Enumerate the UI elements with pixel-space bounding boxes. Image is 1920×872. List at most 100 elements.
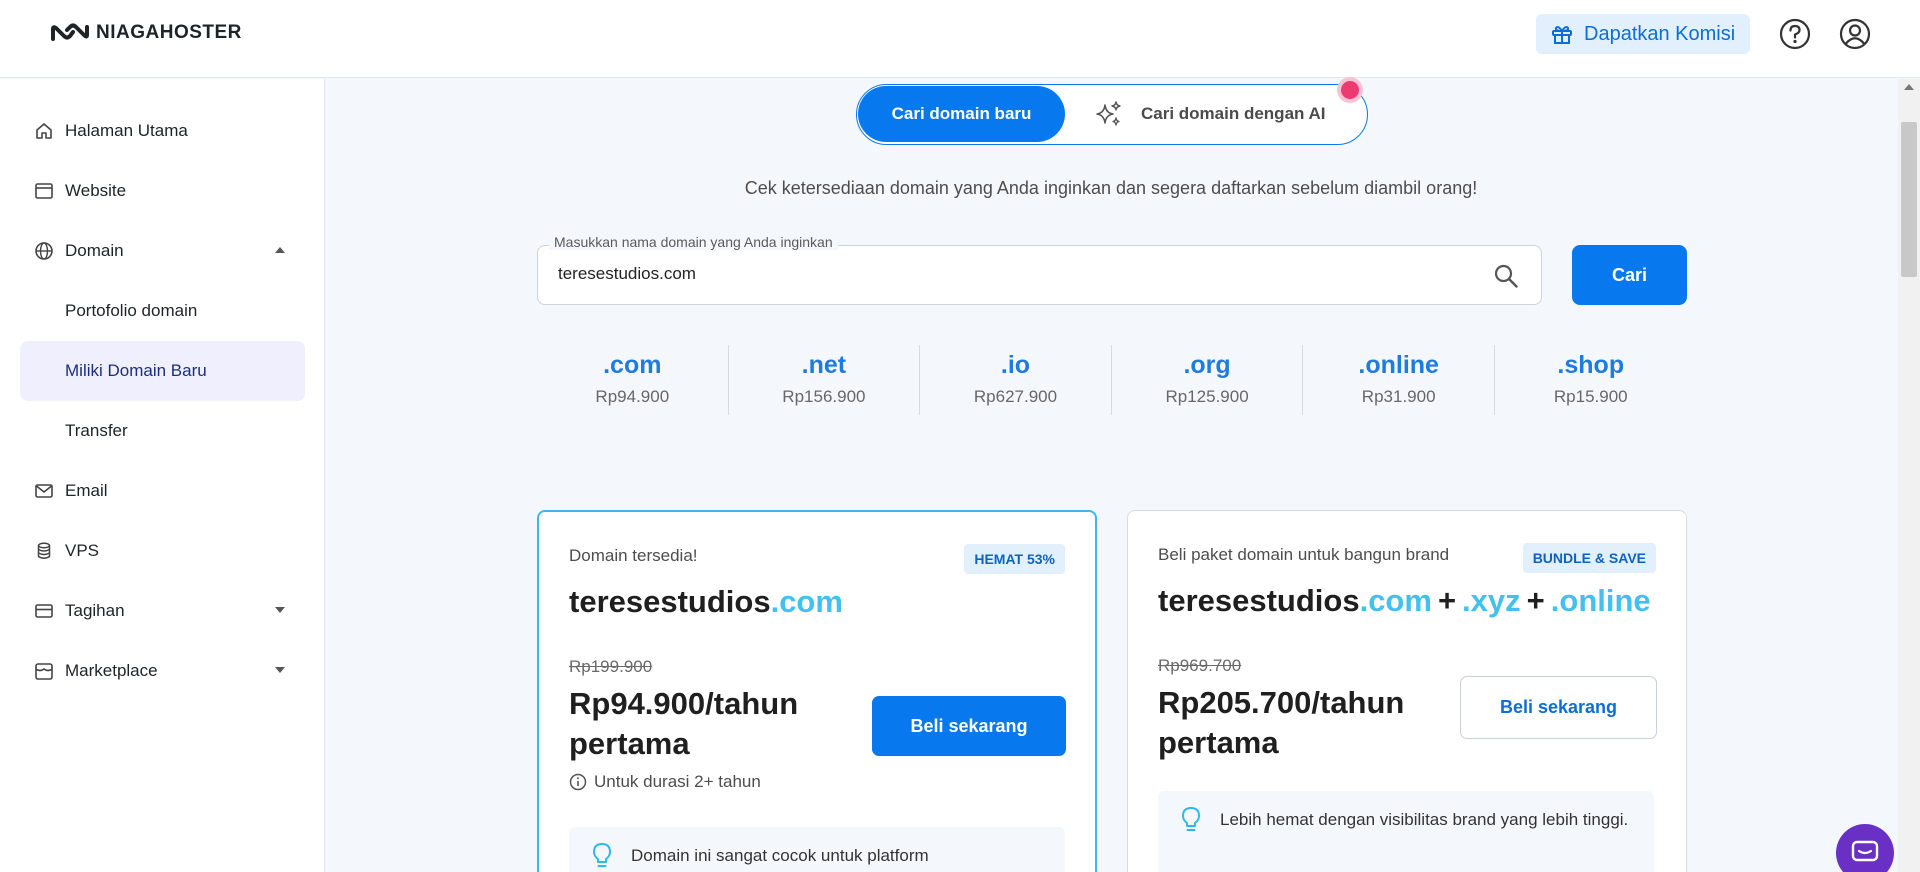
domain-base: teresestudios bbox=[569, 584, 771, 619]
domain-extension: .xyz bbox=[1462, 583, 1521, 618]
original-price: Rp969.700 bbox=[1158, 656, 1242, 675]
search-mode-toggle: Cari domain baru Cari domain dengan AI bbox=[856, 84, 1368, 145]
bundle-status: Beli paket domain untuk bangun brand bbox=[1158, 545, 1450, 564]
sidebar-item-label: Transfer bbox=[65, 421, 128, 440]
tld-name: .shop bbox=[1557, 351, 1625, 379]
tld-name: .net bbox=[801, 351, 847, 379]
live-chat-button[interactable] bbox=[1836, 824, 1894, 872]
tld-item[interactable]: .shop Rp15.900 bbox=[1495, 345, 1687, 415]
database-icon bbox=[34, 541, 54, 561]
affiliate-commission-button[interactable]: Dapatkan Komisi bbox=[1536, 14, 1750, 54]
bundle-domain-card: Beli paket domain untuk bangun brand BUN… bbox=[1127, 510, 1687, 872]
tab-ai-label: Cari domain dengan AI bbox=[1141, 104, 1326, 123]
sidebar-item-label: VPS bbox=[65, 541, 100, 560]
domain-extension: .online bbox=[1550, 583, 1651, 618]
top-header: NIAGAHOSTER Dapatkan Komisi bbox=[0, 0, 1920, 78]
bundle-domain-name: teresestudios.com + .xyz + .online bbox=[1158, 583, 1651, 619]
account-button[interactable] bbox=[1838, 17, 1872, 51]
tld-price: Rp156.900 bbox=[782, 387, 866, 406]
available-domain-card: Domain tersedia! HEMAT 53% teresestudios… bbox=[537, 510, 1097, 872]
sparkle-icon bbox=[1096, 101, 1121, 126]
sidebar: Halaman Utama Website Domain Portofolio … bbox=[0, 79, 325, 872]
sidebar-item-new-domain[interactable]: Miliki Domain Baru bbox=[20, 341, 305, 401]
discount-badge: HEMAT 53% bbox=[964, 544, 1065, 574]
tld-price: Rp94.900 bbox=[595, 387, 670, 406]
store-icon bbox=[34, 661, 54, 681]
sidebar-item-domain[interactable]: Domain bbox=[20, 221, 305, 281]
sidebar-item-domain-portfolio[interactable]: Portofolio domain bbox=[20, 281, 305, 341]
new-feature-dot bbox=[1341, 81, 1359, 99]
sidebar-item-label: Tagihan bbox=[65, 601, 125, 620]
lightbulb-icon bbox=[1182, 807, 1200, 831]
buy-now-button[interactable]: Beli sekarang bbox=[872, 696, 1066, 756]
browser-icon bbox=[34, 181, 54, 201]
duration-note-text: Untuk durasi 2+ tahun bbox=[594, 772, 761, 791]
plus-sign: + bbox=[1437, 583, 1457, 618]
help-button[interactable] bbox=[1778, 17, 1812, 51]
mail-icon bbox=[34, 481, 54, 501]
tab-ai-domain-search[interactable]: Cari domain dengan AI bbox=[1093, 85, 1326, 143]
tld-item[interactable]: .io Rp627.900 bbox=[920, 345, 1112, 415]
sidebar-item-email[interactable]: Email bbox=[20, 461, 305, 521]
scrollbar-thumb[interactable] bbox=[1901, 122, 1917, 277]
sidebar-item-label: Marketplace bbox=[65, 661, 158, 680]
domain-extension: .com bbox=[770, 584, 843, 619]
tld-item[interactable]: .org Rp125.900 bbox=[1112, 345, 1304, 415]
sidebar-item-home[interactable]: Halaman Utama bbox=[20, 101, 305, 161]
tab-new-domain-search[interactable]: Cari domain baru bbox=[858, 86, 1065, 142]
lightbulb-icon bbox=[593, 843, 611, 867]
card-icon bbox=[34, 601, 54, 621]
domain-search-box bbox=[537, 245, 1542, 305]
bundle-badge: BUNDLE & SAVE bbox=[1522, 543, 1656, 573]
domain-search-input[interactable] bbox=[558, 264, 1458, 284]
sidebar-item-website[interactable]: Website bbox=[20, 161, 305, 221]
plus-sign: + bbox=[1526, 583, 1545, 618]
promo-label: Dapatkan Komisi bbox=[1584, 22, 1736, 45]
bundle-tip: Lebih hemat dengan visibilitas brand yan… bbox=[1158, 791, 1654, 872]
chevron-up-icon bbox=[275, 247, 285, 253]
sidebar-item-label: Email bbox=[65, 481, 108, 500]
original-price: Rp199.900 bbox=[569, 657, 653, 676]
tld-name: .com bbox=[603, 351, 662, 379]
duration-note: Untuk durasi 2+ tahun bbox=[569, 772, 761, 792]
help-icon bbox=[1779, 18, 1811, 50]
domain-base: teresestudios bbox=[1158, 583, 1360, 618]
domain-extension: .com bbox=[1359, 583, 1432, 618]
domain-search-label: Masukkan nama domain yang Anda inginkan bbox=[549, 234, 838, 250]
sidebar-item-vps[interactable]: VPS bbox=[20, 521, 305, 581]
tld-price: Rp125.900 bbox=[1165, 387, 1249, 406]
user-circle-icon bbox=[1839, 18, 1871, 50]
niagahoster-logo[interactable]: NIAGAHOSTER bbox=[50, 22, 242, 44]
search-button[interactable]: Cari bbox=[1572, 245, 1687, 305]
tld-item[interactable]: .com Rp94.900 bbox=[537, 345, 729, 415]
discounted-price: Rp205.700/tahun pertama bbox=[1158, 685, 1405, 760]
availability-status: Domain tersedia! bbox=[569, 546, 698, 565]
search-icon[interactable] bbox=[1493, 263, 1519, 289]
globe-icon bbox=[34, 241, 54, 261]
sidebar-item-marketplace[interactable]: Marketplace bbox=[20, 641, 305, 701]
info-icon bbox=[569, 773, 587, 791]
domain-tip-text: Domain ini sangat cocok untuk platform bbox=[631, 846, 929, 865]
domain-tip: Domain ini sangat cocok untuk platform bbox=[569, 827, 1065, 872]
sidebar-item-label: Website bbox=[65, 181, 127, 200]
tld-price-list: .com Rp94.900 .net Rp156.900 .io Rp627.9… bbox=[537, 345, 1687, 415]
bundle-tip-text: Lebih hemat dengan visibilitas brand yan… bbox=[1220, 810, 1629, 829]
chevron-down-icon bbox=[275, 667, 285, 673]
sidebar-item-label: Halaman Utama bbox=[65, 121, 188, 140]
buy-bundle-button[interactable]: Beli sekarang bbox=[1460, 676, 1657, 739]
scroll-up-arrow-icon[interactable] bbox=[1904, 84, 1914, 90]
sidebar-item-label: Portofolio domain bbox=[65, 301, 198, 320]
page-subtitle: Cek ketersediaan domain yang Anda ingink… bbox=[744, 178, 1478, 198]
logo-text: NIAGAHOSTER bbox=[96, 22, 242, 43]
discounted-price: Rp94.900/tahun pertama bbox=[569, 686, 799, 761]
chat-icon bbox=[1851, 840, 1879, 862]
logo-mark-icon bbox=[51, 23, 89, 41]
tld-price: Rp31.900 bbox=[1361, 387, 1436, 406]
sidebar-item-label: Domain bbox=[65, 241, 124, 260]
sidebar-item-transfer[interactable]: Transfer bbox=[20, 401, 305, 461]
sidebar-item-billing[interactable]: Tagihan bbox=[20, 581, 305, 641]
sidebar-item-label: Miliki Domain Baru bbox=[65, 361, 207, 380]
tld-item[interactable]: .online Rp31.900 bbox=[1303, 345, 1495, 415]
gift-icon bbox=[1552, 26, 1572, 44]
tld-item[interactable]: .net Rp156.900 bbox=[729, 345, 921, 415]
